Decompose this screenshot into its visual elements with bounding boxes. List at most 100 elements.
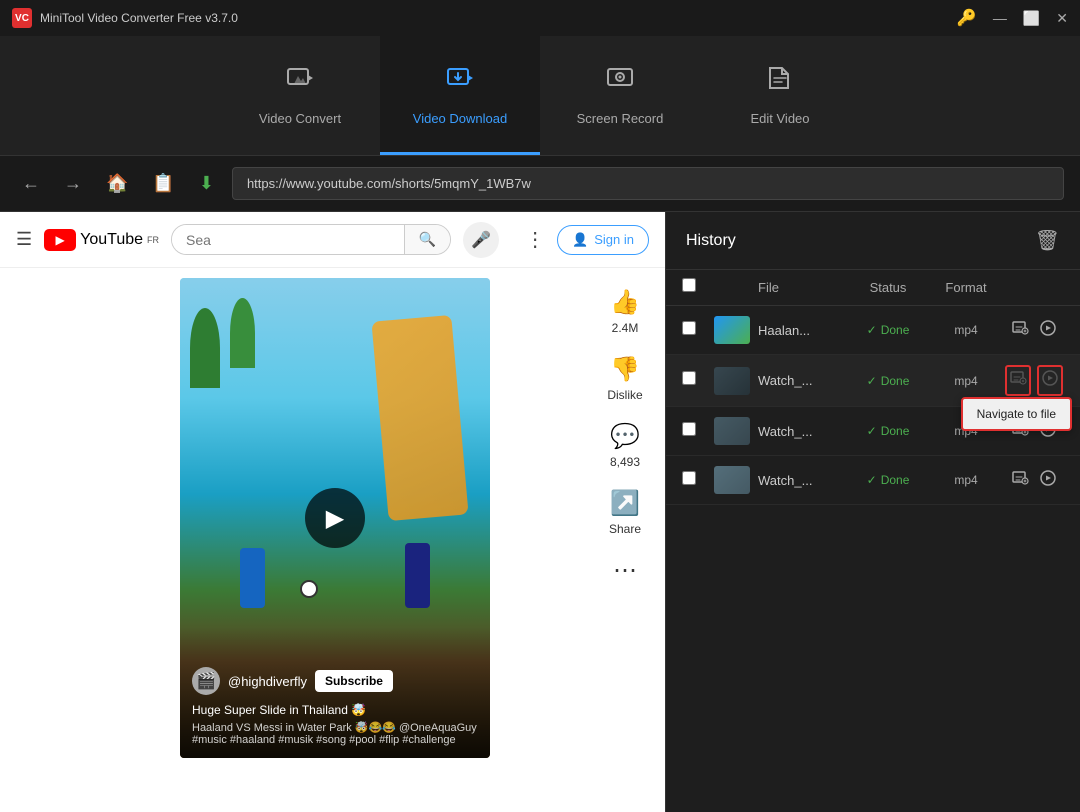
item-1-filename: Haalan... bbox=[758, 323, 840, 338]
history-header: History 🗑 bbox=[666, 212, 1080, 270]
item-1-checkbox[interactable] bbox=[682, 321, 696, 335]
like-count: 2.4M bbox=[612, 321, 639, 335]
item-3-status-check: ✓ bbox=[867, 424, 877, 438]
youtube-signin-button[interactable]: 👤 Sign in bbox=[557, 225, 649, 255]
youtube-menu-icon[interactable]: ☰ bbox=[16, 229, 32, 250]
item-2-filename: Watch_... bbox=[758, 373, 840, 388]
youtube-header-right: ⋮ 👤 Sign in bbox=[525, 225, 649, 255]
app-title: MiniTool Video Converter Free v3.7.0 bbox=[40, 11, 238, 25]
like-icon: 👍 bbox=[610, 288, 640, 317]
like-action[interactable]: 👍 2.4M bbox=[610, 288, 640, 335]
app-icon: VC bbox=[12, 8, 32, 28]
youtube-video-area: ▶ 🎬 @highdiverfly Subscribe Huge Super S… bbox=[0, 268, 585, 812]
video-tags: Haaland VS Messi in Water Park 🤯😂😂 @OneA… bbox=[192, 721, 478, 746]
back-button[interactable]: ← bbox=[16, 169, 46, 198]
history-title: History bbox=[686, 232, 736, 250]
video-convert-icon bbox=[284, 62, 316, 101]
item-1-navigate-button[interactable] bbox=[1009, 317, 1031, 344]
item-4-thumbnail bbox=[714, 466, 750, 494]
share-icon: ↗️ bbox=[610, 489, 640, 518]
maximize-button[interactable]: ⬜ bbox=[1023, 10, 1040, 27]
youtube-search-button[interactable]: 🔍 bbox=[404, 225, 450, 254]
youtube-mic-button[interactable]: 🎤 bbox=[463, 222, 499, 258]
navigate-to-file-tooltip: Navigate to file bbox=[961, 397, 1072, 431]
minimize-button[interactable]: — bbox=[993, 10, 1007, 26]
item-3-checkbox[interactable] bbox=[682, 422, 696, 436]
key-icon: 🔑 bbox=[957, 8, 977, 28]
close-button[interactable]: ✕ bbox=[1056, 10, 1068, 27]
subscribe-button[interactable]: Subscribe bbox=[315, 670, 393, 692]
youtube-content: ▶ 🎬 @highdiverfly Subscribe Huge Super S… bbox=[0, 268, 665, 812]
youtube-more-options-icon[interactable]: ⋮ bbox=[525, 227, 545, 252]
youtube-logo-text: YouTube bbox=[80, 231, 143, 249]
item-4-play-button[interactable] bbox=[1037, 467, 1059, 494]
play-button-large[interactable]: ▶ bbox=[305, 488, 365, 548]
youtube-signin-label: Sign in bbox=[594, 232, 634, 247]
format-column-header: Format bbox=[936, 280, 996, 295]
item-1-thumb-img bbox=[714, 316, 750, 344]
select-all-checkbox[interactable] bbox=[682, 278, 696, 292]
video-thumbnail[interactable]: ▶ 🎬 @highdiverfly Subscribe Huge Super S… bbox=[180, 278, 490, 758]
item-2-thumb-img bbox=[714, 367, 750, 395]
item-4-status-check: ✓ bbox=[867, 473, 877, 487]
toolbar: ← → 🏠 📋 ⬇ bbox=[0, 156, 1080, 212]
item-2-status: ✓ Done bbox=[848, 374, 928, 388]
item-1-check[interactable] bbox=[682, 321, 706, 340]
title-bar-left: VC MiniTool Video Converter Free v3.7.0 bbox=[12, 8, 238, 28]
share-label: Share bbox=[609, 522, 641, 536]
dislike-action[interactable]: 👎 Dislike bbox=[607, 355, 642, 402]
select-all-check[interactable] bbox=[682, 278, 706, 297]
tab-screen-record[interactable]: Screen Record bbox=[540, 36, 700, 155]
share-action[interactable]: ↗️ Share bbox=[609, 489, 641, 536]
youtube-search-input[interactable] bbox=[172, 225, 404, 254]
clipboard-button[interactable]: 📋 bbox=[146, 169, 180, 198]
item-4-checkbox[interactable] bbox=[682, 471, 696, 485]
item-2-status-check: ✓ bbox=[867, 374, 877, 388]
item-1-status-check: ✓ bbox=[867, 323, 877, 337]
item-4-filename: Watch_... bbox=[758, 473, 840, 488]
tab-video-download-label: Video Download bbox=[413, 111, 507, 126]
video-download-icon bbox=[444, 62, 476, 101]
home-button[interactable]: 🏠 bbox=[100, 169, 134, 198]
item-4-check[interactable] bbox=[682, 471, 706, 490]
item-3-thumb-img bbox=[714, 417, 750, 445]
url-bar[interactable] bbox=[232, 167, 1064, 200]
item-4-format: mp4 bbox=[936, 473, 996, 487]
item-3-status: ✓ Done bbox=[848, 424, 928, 438]
video-channel: 🎬 @highdiverfly Subscribe bbox=[192, 667, 478, 695]
item-3-filename: Watch_... bbox=[758, 424, 840, 439]
delete-all-button[interactable]: 🗑 bbox=[1035, 228, 1060, 253]
item-2-checkbox[interactable] bbox=[682, 371, 696, 385]
item-4-actions bbox=[1004, 467, 1064, 494]
title-bar-right: 🔑 — ⬜ ✕ bbox=[957, 8, 1068, 28]
item-1-format: mp4 bbox=[936, 323, 996, 337]
forward-button[interactable]: → bbox=[58, 169, 88, 198]
title-bar: VC MiniTool Video Converter Free v3.7.0 … bbox=[0, 0, 1080, 36]
tab-video-convert[interactable]: Video Convert bbox=[220, 36, 380, 155]
item-2-navigate-button[interactable] bbox=[1005, 365, 1031, 396]
history-item-4: Watch_... ✓ Done mp4 bbox=[666, 456, 1080, 505]
tab-edit-video[interactable]: Edit Video bbox=[700, 36, 860, 155]
main-area: ☰ YouTubeFR 🔍 🎤 ⋮ 👤 Sign in bbox=[0, 212, 1080, 812]
download-button[interactable]: ⬇ bbox=[193, 169, 220, 198]
item-1-status-label: Done bbox=[881, 323, 910, 337]
item-2-check[interactable] bbox=[682, 371, 706, 390]
comment-action[interactable]: 💬 8,493 bbox=[610, 422, 640, 469]
tab-video-download[interactable]: Video Download bbox=[380, 36, 540, 155]
tab-video-convert-label: Video Convert bbox=[259, 111, 341, 126]
item-2-actions bbox=[1004, 365, 1064, 396]
item-1-play-button[interactable] bbox=[1037, 317, 1059, 344]
browser-panel: ☰ YouTubeFR 🔍 🎤 ⋮ 👤 Sign in bbox=[0, 212, 665, 812]
channel-name: @highdiverfly bbox=[228, 674, 307, 689]
status-column-header: Status bbox=[848, 280, 928, 295]
item-3-check[interactable] bbox=[682, 422, 706, 441]
more-action[interactable]: ⋯ bbox=[613, 556, 637, 585]
history-item-2: Watch_... ✓ Done mp4 bbox=[666, 355, 1080, 407]
youtube-sidebar-actions: 👍 2.4M 👎 Dislike 💬 8,493 ↗️ Share ⋯ bbox=[585, 268, 665, 812]
screen-record-icon bbox=[604, 62, 636, 101]
item-2-status-label: Done bbox=[881, 374, 910, 388]
item-4-navigate-button[interactable] bbox=[1009, 467, 1031, 494]
item-2-play-button[interactable] bbox=[1037, 365, 1063, 396]
file-column-header: File bbox=[758, 280, 840, 295]
youtube-search-wrap: 🔍 bbox=[171, 224, 451, 255]
